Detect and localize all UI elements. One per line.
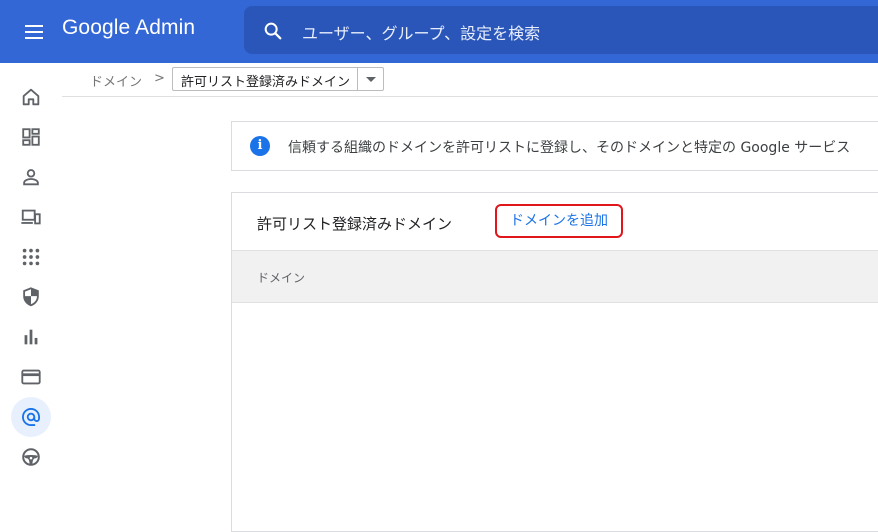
- column-header-domain[interactable]: ドメイン: [257, 269, 305, 286]
- breadcrumb-separator: >: [154, 71, 165, 86]
- breadcrumb-domains-link[interactable]: ドメイン: [90, 71, 142, 90]
- nav-apps[interactable]: [11, 237, 51, 277]
- hamburger-line: [25, 31, 43, 33]
- search-bar[interactable]: ユーザー、グループ、設定を検索: [244, 6, 878, 54]
- search-input[interactable]: ユーザー、グループ、設定を検索: [302, 20, 540, 44]
- support-wheel-icon: [22, 448, 40, 466]
- nav-devices[interactable]: [11, 197, 51, 237]
- breadcrumb-page-select[interactable]: 許可リスト登録済みドメイン: [172, 67, 385, 91]
- allowlisted-domains-card: 許可リスト登録済みドメイン ドメインを追加 ドメイン: [231, 192, 878, 532]
- card-title: 許可リスト登録済みドメイン: [257, 215, 453, 233]
- search-icon: [264, 22, 282, 40]
- nav-dashboard[interactable]: [11, 117, 51, 157]
- add-domain-button[interactable]: ドメインを追加: [495, 204, 623, 238]
- info-banner: i 信頼する組織のドメインを許可リストに登録し、そのドメインと特定の Googl…: [231, 121, 878, 171]
- user-icon: [23, 169, 39, 186]
- main-menu-button[interactable]: [19, 17, 51, 47]
- home-icon: [22, 88, 40, 106]
- domains-at-icon: [22, 408, 40, 426]
- nav-users[interactable]: [11, 157, 51, 197]
- info-icon: i: [250, 136, 270, 156]
- nav-support[interactable]: [11, 437, 51, 477]
- app-logo[interactable]: Google Admin: [62, 16, 195, 40]
- breadcrumb-current-page: 許可リスト登録済みドメイン: [181, 75, 351, 90]
- nav-security[interactable]: [11, 277, 51, 317]
- chevron-down-icon[interactable]: [357, 68, 383, 90]
- apps-icon: [22, 248, 40, 266]
- nav-reports[interactable]: [11, 317, 51, 357]
- nav-billing[interactable]: [11, 357, 51, 397]
- reports-bar-chart-icon: [24, 329, 38, 345]
- hamburger-menu-icon: [25, 25, 43, 27]
- dashboard-icon: [22, 128, 40, 146]
- nav-domains[interactable]: [11, 397, 51, 437]
- security-shield-icon: [23, 287, 39, 307]
- devices-icon: [21, 209, 41, 225]
- top-app-bar: Google Admin ユーザー、グループ、設定を検索: [0, 0, 878, 63]
- billing-card-icon: [21, 369, 41, 385]
- table-header: ドメイン: [232, 250, 878, 303]
- info-banner-text: 信頼する組織のドメインを許可リストに登録し、そのドメインと特定の Google …: [288, 140, 851, 156]
- nav-home[interactable]: [11, 77, 51, 117]
- breadcrumb: ドメイン > 許可リスト登録済みドメイン: [62, 63, 878, 97]
- hamburger-line: [25, 37, 43, 39]
- side-nav-rail: [0, 63, 62, 519]
